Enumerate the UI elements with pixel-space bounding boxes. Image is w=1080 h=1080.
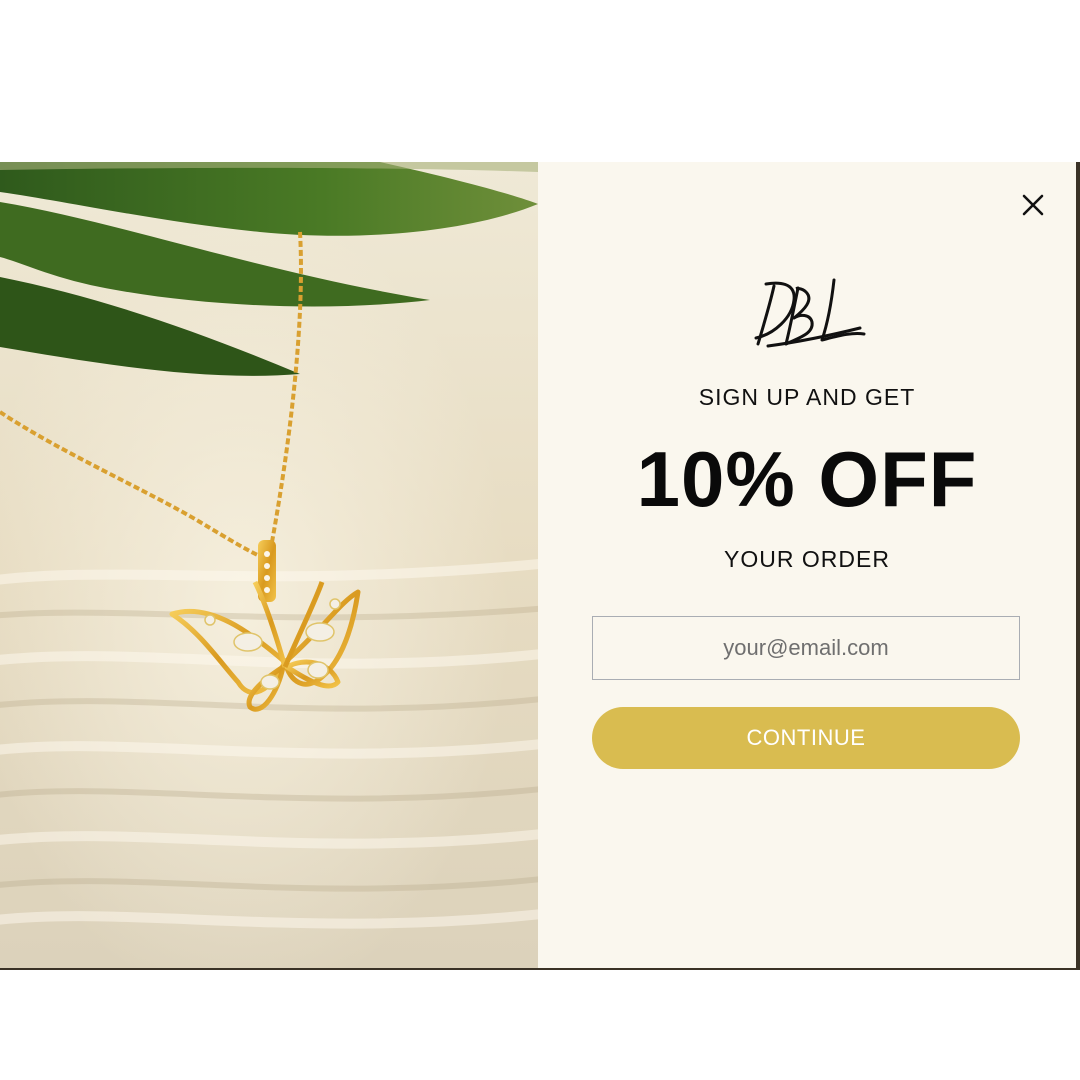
email-input[interactable] xyxy=(592,616,1020,680)
close-button[interactable] xyxy=(1018,190,1048,220)
dbl-script-logo xyxy=(754,278,866,348)
discount-headline: 10% OFF xyxy=(636,435,978,523)
signup-panel: SIGN UP AND GET 10% OFF YOUR ORDER CONTI… xyxy=(538,162,1076,968)
headline-bottom: YOUR ORDER xyxy=(724,546,890,572)
close-icon xyxy=(1022,194,1044,216)
headline-top: SIGN UP AND GET xyxy=(698,384,916,410)
butterfly-necklace-image xyxy=(0,162,538,968)
continue-button[interactable]: CONTINUE xyxy=(592,707,1020,769)
page: SIGN UP AND GET 10% OFF YOUR ORDER CONTI… xyxy=(0,0,1080,1080)
product-photo xyxy=(0,162,538,968)
signup-popup: SIGN UP AND GET 10% OFF YOUR ORDER CONTI… xyxy=(0,162,1076,968)
brand-logo xyxy=(748,274,868,364)
